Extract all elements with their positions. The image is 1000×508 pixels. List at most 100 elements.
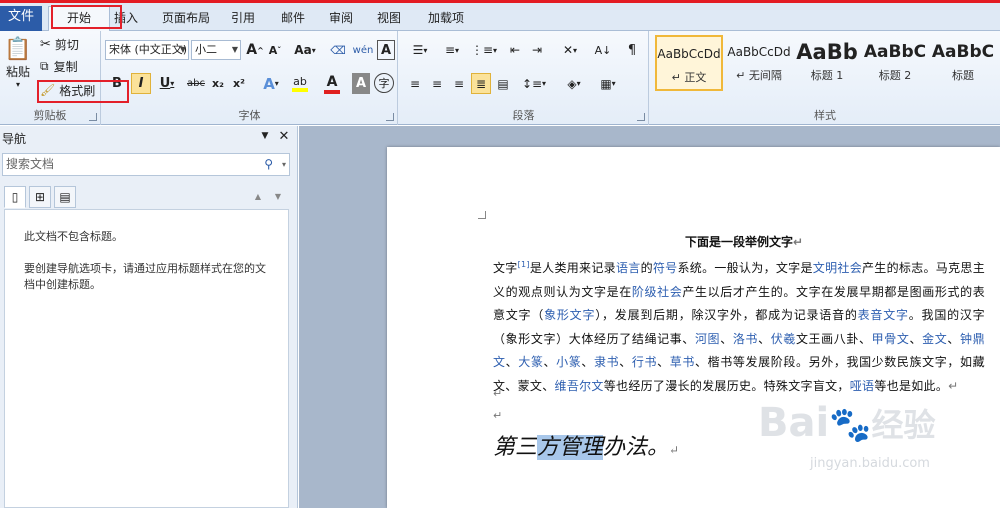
show-marks-button[interactable]: ¶ bbox=[622, 40, 642, 60]
hyperlink[interactable]: 河图 bbox=[695, 332, 720, 346]
hyperlink[interactable]: 维吾尔文 bbox=[555, 379, 604, 393]
hyperlink[interactable]: 文明社会 bbox=[813, 261, 862, 275]
dialog-launcher-icon[interactable] bbox=[386, 113, 394, 121]
clear-format-button[interactable]: ⌫ bbox=[328, 40, 348, 60]
hyperlink[interactable]: 甲骨文 bbox=[872, 332, 910, 346]
search-icon[interactable]: ⚲ bbox=[264, 154, 273, 175]
tab-addins[interactable]: 加载项 bbox=[424, 8, 468, 28]
style-normal[interactable]: AaBbCcDd ↵ 正文 bbox=[655, 35, 723, 91]
shading-button[interactable]: ◈ ▾ bbox=[559, 73, 589, 94]
style-heading-2[interactable]: AaBbC 标题 2 bbox=[861, 35, 929, 91]
align-left-button[interactable]: ≡ bbox=[405, 73, 425, 94]
style-no-spacing[interactable]: AaBbCcDd ↵ 无间隔 bbox=[725, 35, 793, 91]
bold-button[interactable]: B bbox=[106, 73, 128, 94]
tab-page-layout[interactable]: 页面布局 bbox=[158, 8, 214, 28]
font-name-select[interactable]: 宋体 (中文正文) ▼ bbox=[105, 40, 189, 60]
hyperlink[interactable]: 阶级社会 bbox=[632, 285, 683, 299]
hyperlink[interactable]: 行书 bbox=[632, 355, 657, 369]
increase-indent-button[interactable]: ⇥ bbox=[527, 40, 547, 60]
style-title[interactable]: AaBbC 标题 bbox=[929, 35, 997, 91]
browse-results-tab[interactable]: ▤ bbox=[54, 186, 76, 208]
subscript-button[interactable]: x₂ bbox=[208, 73, 228, 94]
cut-button[interactable]: ✂ 剪切 bbox=[40, 35, 79, 53]
borders-button[interactable]: ▦ ▾ bbox=[593, 73, 623, 94]
align-right-button[interactable]: ≡ bbox=[449, 73, 469, 94]
paragraph-mark: ↵ bbox=[669, 443, 680, 457]
tab-mailings[interactable]: 邮件 bbox=[278, 8, 308, 28]
underline-button[interactable]: U ▾ bbox=[154, 73, 180, 94]
pane-options-button[interactable]: ▼ bbox=[258, 129, 272, 143]
tab-view[interactable]: 视图 bbox=[374, 8, 404, 28]
hyperlink[interactable]: 洛书 bbox=[733, 332, 758, 346]
superscript-button[interactable]: x² bbox=[229, 73, 249, 94]
footnote-ref[interactable]: [1] bbox=[518, 260, 530, 269]
document-page[interactable]: 下面是一段举例文字↵ 文字[1]是人类用来记录语言的符号系统。一般认为，文字是文… bbox=[387, 147, 1000, 508]
style-heading-1[interactable]: AaBb 标题 1 bbox=[793, 35, 861, 91]
align-center-button[interactable]: ≡ bbox=[427, 73, 447, 94]
bullets-button[interactable]: ☰ ▾ bbox=[405, 40, 435, 60]
browse-pages-tab[interactable]: ⊞ bbox=[29, 186, 51, 208]
grow-font-button[interactable]: A ^ bbox=[245, 40, 265, 60]
close-pane-button[interactable]: ✕ bbox=[276, 128, 292, 144]
hyperlink[interactable]: 草书 bbox=[670, 355, 695, 369]
style-preview: AaBbC bbox=[863, 42, 927, 62]
selected-text[interactable]: 方管理 bbox=[537, 435, 604, 460]
decrease-indent-button[interactable]: ⇤ bbox=[505, 40, 525, 60]
dialog-launcher-icon[interactable] bbox=[637, 113, 645, 121]
character-shading-button[interactable]: A bbox=[352, 73, 370, 94]
phonetic-guide-icon: wén bbox=[352, 44, 374, 56]
tab-review[interactable]: 审阅 bbox=[326, 8, 356, 28]
paragraph-mark: ↵ bbox=[948, 378, 959, 393]
shrink-font-button[interactable]: Aˇ bbox=[265, 40, 285, 60]
hyperlink[interactable]: 语言 bbox=[616, 261, 641, 275]
previous-button[interactable]: ▲ bbox=[252, 190, 264, 202]
italic-button[interactable]: I bbox=[131, 73, 151, 94]
tab-insert[interactable]: 插入 bbox=[112, 8, 140, 28]
hyperlink[interactable]: 象形文字 bbox=[544, 308, 595, 322]
triangle-up-icon: ▲ bbox=[254, 191, 262, 201]
hyperlink[interactable]: 大篆 bbox=[518, 355, 543, 369]
text-effects-button[interactable]: A ▾ bbox=[258, 73, 284, 94]
align-center-icon: ≡ bbox=[431, 76, 443, 91]
hyperlink[interactable]: 符号 bbox=[653, 261, 678, 275]
line-spacing-button[interactable]: ↕≡ ▾ bbox=[519, 73, 549, 94]
tab-references[interactable]: 引用 bbox=[228, 8, 258, 28]
justify-button[interactable]: ≣ bbox=[471, 73, 491, 94]
hyperlink[interactable]: 金文 bbox=[922, 332, 947, 346]
enclose-characters-button[interactable]: 字 bbox=[374, 73, 394, 93]
copy-button[interactable]: ⧉ 复制 bbox=[40, 57, 78, 75]
format-painter-button[interactable]: 🖌 格式刷 bbox=[40, 80, 95, 100]
numbering-button[interactable]: ≡ ▾ bbox=[437, 40, 467, 60]
change-case-button[interactable]: Aa ▾ bbox=[293, 40, 317, 60]
char-border-button[interactable]: A bbox=[377, 40, 395, 60]
paste-button[interactable]: 📋 粘贴 ▾ bbox=[3, 35, 33, 93]
hyperlink[interactable]: 小篆 bbox=[556, 355, 581, 369]
chevron-down-icon: ▾ bbox=[15, 80, 20, 89]
font-size-select[interactable]: 小二 ▼ bbox=[191, 40, 241, 60]
document-title: 下面是一段举例文字↵ bbox=[685, 233, 803, 250]
tab-file[interactable]: 文件 bbox=[0, 6, 42, 31]
strikethrough-button[interactable]: abc bbox=[184, 73, 208, 94]
font-group: 宋体 (中文正文) ▼ 小二 ▼ A ^ Aˇ Aa ▾ ⌫ wén A B I U ▾ … bbox=[102, 31, 398, 125]
clear-format-icon: ⌫ bbox=[330, 43, 346, 57]
multilevel-list-button[interactable]: ⋮≡ ▾ bbox=[469, 40, 499, 60]
phonetic-guide-button[interactable]: wén bbox=[351, 40, 375, 60]
browse-headings-tab[interactable]: ▯ bbox=[4, 186, 26, 208]
hyperlink[interactable]: 哑语 bbox=[850, 379, 875, 393]
hyperlink[interactable]: 伏羲 bbox=[771, 332, 796, 346]
distributed-button[interactable]: ▤ bbox=[493, 73, 513, 94]
dialog-launcher-icon[interactable] bbox=[89, 113, 97, 121]
hyperlink[interactable]: 表音文字 bbox=[858, 308, 909, 322]
numbered-list-icon: ≡ bbox=[444, 43, 456, 57]
nav-search-input[interactable]: 搜索文档 ⚲ ▾ bbox=[2, 153, 290, 176]
chevron-down-icon: ▼ bbox=[179, 45, 186, 54]
chinese-layout-icon: ✕ bbox=[562, 43, 574, 57]
chevron-down-icon[interactable]: ▾ bbox=[282, 154, 286, 175]
font-color-button[interactable]: A bbox=[318, 73, 346, 94]
next-button[interactable]: ▼ bbox=[272, 190, 284, 202]
chinese-layout-button[interactable]: ✕ ▾ bbox=[555, 40, 585, 60]
tab-home[interactable]: 开始 bbox=[48, 6, 110, 32]
hyperlink[interactable]: 隶书 bbox=[594, 355, 619, 369]
sort-button[interactable]: A↓ bbox=[592, 40, 614, 60]
highlight-color-button[interactable]: ab bbox=[286, 73, 314, 94]
